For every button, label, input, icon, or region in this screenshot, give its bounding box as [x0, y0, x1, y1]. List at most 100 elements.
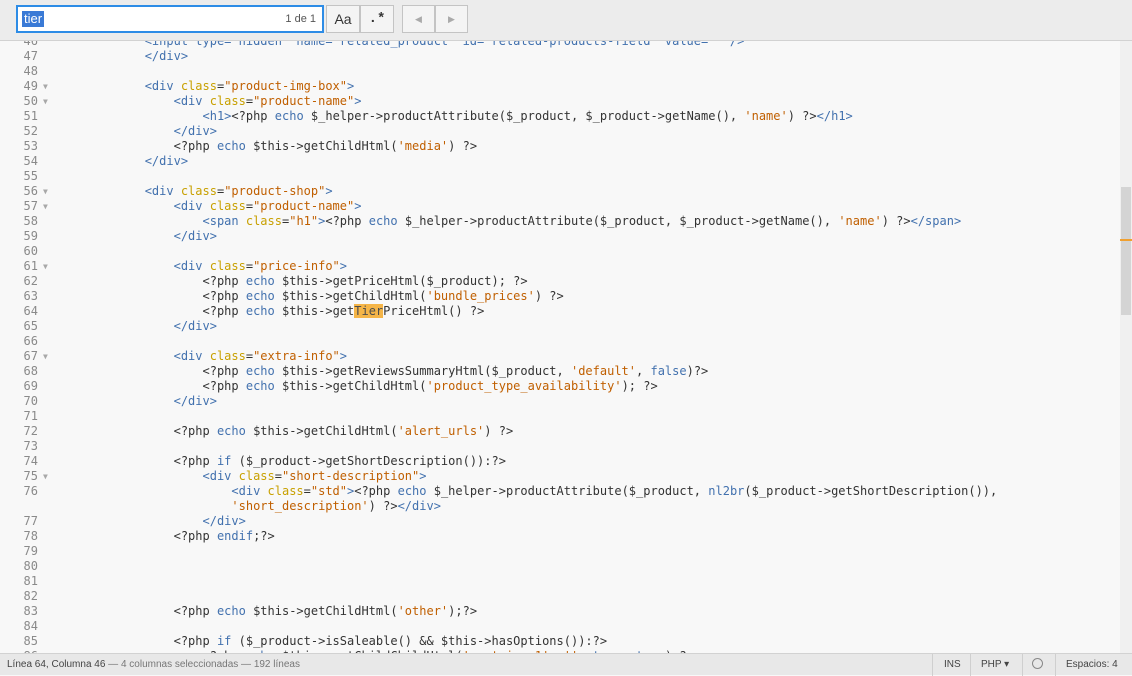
code-line[interactable]: 51 <h1><?php echo $_helper->productAttri… [0, 109, 1120, 124]
code-line[interactable]: 82 [0, 589, 1120, 604]
code-line[interactable]: 'short_description') ?></div> [0, 499, 1120, 514]
code-line[interactable]: 84 [0, 619, 1120, 634]
code-token: 'product_type_availability' [426, 379, 622, 393]
code-token: <?php [202, 274, 246, 288]
code-line[interactable]: 56 ▼ <div class="product-shop"> [0, 184, 1120, 199]
code-line[interactable]: 47 </div> [0, 49, 1120, 64]
insert-mode-toggle[interactable]: INS [944, 659, 961, 670]
code-line[interactable]: 49 ▼ <div class="product-img-box"> [0, 79, 1120, 94]
fold-arrow-icon[interactable]: ▼ [43, 199, 48, 214]
code-token: <?php [325, 214, 369, 228]
fold-arrow-icon[interactable]: ▼ [43, 469, 48, 484]
fold-arrow-icon[interactable]: ▼ [43, 94, 48, 109]
line-number: 58 [23, 214, 38, 228]
line-number: 77 [23, 514, 38, 528]
code-line[interactable]: 62 <?php echo $this->getPriceHtml($_prod… [0, 274, 1120, 289]
code-line[interactable]: 81 [0, 574, 1120, 589]
indentation-selector[interactable]: Espacios: 4 [1066, 659, 1118, 670]
code-editor[interactable]: 46 <input type="hidden" name="related_pr… [0, 41, 1120, 653]
code-text: <div class="std"><?php echo $_helper->pr… [58, 484, 997, 499]
code-line[interactable]: 75 ▼ <div class="short-description"> [0, 469, 1120, 484]
code-line[interactable]: 83 <?php echo $this->getChildHtml('other… [0, 604, 1120, 619]
code-line[interactable]: 46 <input type="hidden" name="related_pr… [0, 41, 1120, 49]
previous-match-button[interactable]: ◀ [402, 5, 435, 33]
code-token: if [216, 454, 232, 468]
fold-arrow-icon[interactable]: ▼ [43, 259, 48, 274]
code-line[interactable]: 64 <?php echo $this->getTierPriceHtml() … [0, 304, 1120, 319]
status-divider [1055, 654, 1056, 676]
code-line[interactable]: 72 <?php echo $this->getChildHtml('alert… [0, 424, 1120, 439]
code-line[interactable]: 69 <?php echo $this->getChildHtml('produ… [0, 379, 1120, 394]
code-token: $this->getChildHtml( [245, 139, 398, 153]
find-bar: tier 1 de 1 Aa .* ◀ ▶ [0, 0, 1132, 41]
regex-button[interactable]: .* [360, 5, 394, 33]
code-token: , [636, 364, 651, 378]
code-line[interactable]: 61 ▼ <div class="price-info"> [0, 259, 1120, 274]
fold-arrow-icon[interactable]: ▼ [43, 79, 48, 94]
code-token: echo [216, 604, 246, 618]
code-line[interactable]: 85 <?php if ($_product->isSaleable() && … [0, 634, 1120, 649]
code-text: <span class="h1"><?php echo $_helper->pr… [58, 214, 962, 229]
language-mode-selector[interactable]: PHP ▾ [981, 659, 1009, 670]
line-number: 56 [23, 184, 38, 198]
line-number: 65 [23, 319, 38, 333]
code-line[interactable]: 73 [0, 439, 1120, 454]
case-sensitive-button[interactable]: Aa [326, 5, 360, 33]
code-token: ($_product->getShortDescription()):?> [231, 454, 506, 468]
line-number: 79 [23, 544, 38, 558]
code-token: ); ?> [621, 379, 658, 393]
code-token: <div [173, 94, 210, 108]
code-token: <?php [354, 484, 398, 498]
code-line[interactable]: 55 [0, 169, 1120, 184]
fold-arrow-icon[interactable]: ▼ [43, 349, 48, 364]
code-line[interactable]: 74 <?php if ($_product->getShortDescript… [0, 454, 1120, 469]
code-token: "product-img-box" [224, 79, 348, 93]
code-line[interactable]: 68 <?php echo $this->getReviewsSummaryHt… [0, 364, 1120, 379]
code-text: 'short_description') ?></div> [58, 499, 441, 514]
code-text: <?php if ($_product->getShortDescription… [58, 454, 506, 469]
linter-status-icon[interactable] [1032, 658, 1043, 669]
code-line[interactable]: 66 [0, 334, 1120, 349]
vertical-scrollbar[interactable] [1120, 41, 1132, 653]
line-number: 61 [23, 259, 38, 273]
code-line[interactable]: 57 ▼ <div class="product-name"> [0, 199, 1120, 214]
code-token: $this->get [274, 304, 355, 318]
code-token: ) ?> [484, 424, 514, 438]
code-token: 'name' [838, 214, 882, 228]
scrollbar-thumb[interactable] [1121, 187, 1131, 315]
code-token: class [209, 199, 246, 213]
code-line[interactable]: 60 [0, 244, 1120, 259]
code-line[interactable]: 53 <?php echo $this->getChildHtml('media… [0, 139, 1120, 154]
code-line[interactable]: 80 [0, 559, 1120, 574]
code-line[interactable]: 79 [0, 544, 1120, 559]
code-line[interactable]: 48 [0, 64, 1120, 79]
status-divider [1022, 654, 1023, 676]
next-match-button[interactable]: ▶ [435, 5, 468, 33]
code-line[interactable]: 70 </div> [0, 394, 1120, 409]
code-line[interactable]: 50 ▼ <div class="product-name"> [0, 94, 1120, 109]
arrow-left-icon: ◀ [415, 13, 422, 24]
code-text: </div> [58, 319, 217, 334]
code-text: <?php echo $this->getTierPriceHtml() ?> [58, 304, 484, 319]
code-line[interactable]: 67 ▼ <div class="extra-info"> [0, 349, 1120, 364]
code-line[interactable]: 65 </div> [0, 319, 1120, 334]
code-line[interactable]: 78 <?php endif;?> [0, 529, 1120, 544]
code-token: = [303, 484, 311, 498]
code-line[interactable]: 52 </div> [0, 124, 1120, 139]
code-token: ($_product->isSaleable() && $this->hasOp… [231, 634, 608, 648]
code-line[interactable]: 54 </div> [0, 154, 1120, 169]
code-line[interactable]: 63 <?php echo $this->getChildHtml('bundl… [0, 289, 1120, 304]
find-input[interactable]: tier 1 de 1 [16, 5, 324, 33]
code-token: echo [245, 289, 275, 303]
fold-arrow-icon[interactable]: ▼ [43, 184, 48, 199]
code-text: <div class="price-info"> [58, 259, 347, 274]
code-line[interactable]: 59 </div> [0, 229, 1120, 244]
code-line[interactable]: 71 [0, 409, 1120, 424]
code-line[interactable]: 58 <span class="h1"><?php echo $_helper-… [0, 214, 1120, 229]
code-line[interactable]: 76 <div class="std"><?php echo $_helper-… [0, 484, 1120, 499]
line-number: 50 [23, 94, 38, 108]
code-line[interactable]: 77 </div> [0, 514, 1120, 529]
